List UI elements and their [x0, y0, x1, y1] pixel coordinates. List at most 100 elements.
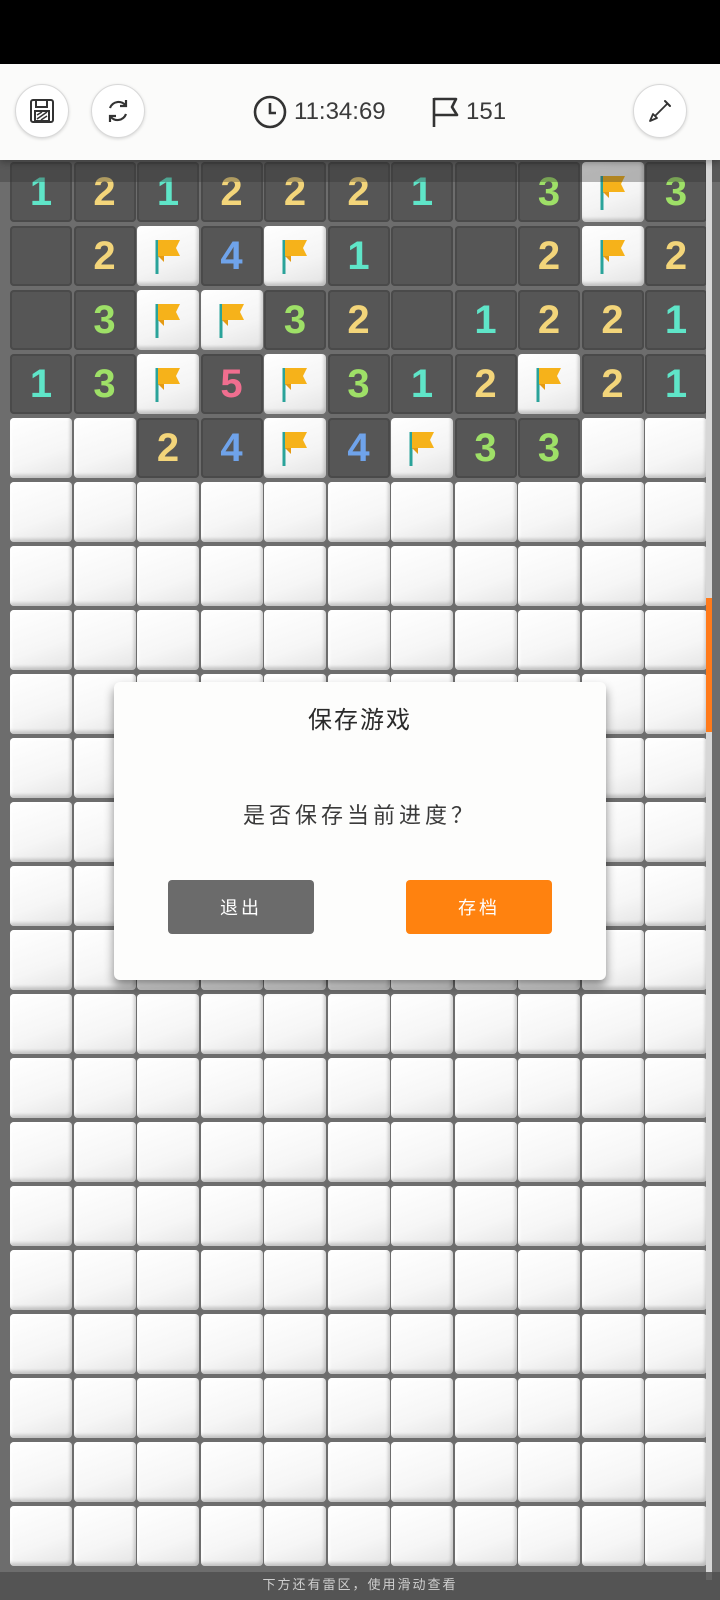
- closed-cell[interactable]: [327, 1506, 390, 1566]
- closed-cell[interactable]: [264, 1122, 326, 1182]
- flagged-cell[interactable]: [264, 418, 326, 478]
- closed-cell[interactable]: [645, 930, 707, 990]
- closed-cell[interactable]: [10, 802, 72, 862]
- flagged-cell[interactable]: [137, 290, 199, 350]
- closed-cell[interactable]: [327, 1250, 390, 1310]
- closed-cell[interactable]: [645, 1378, 707, 1438]
- closed-cell[interactable]: [581, 1314, 644, 1374]
- closed-cell[interactable]: [391, 482, 453, 542]
- closed-cell[interactable]: [645, 1186, 707, 1246]
- closed-cell[interactable]: [645, 802, 707, 862]
- closed-cell[interactable]: [518, 482, 580, 542]
- closed-cell[interactable]: [264, 1058, 326, 1118]
- restart-button[interactable]: [91, 84, 145, 138]
- closed-cell[interactable]: [73, 610, 136, 670]
- closed-cell[interactable]: [581, 1250, 644, 1310]
- closed-cell[interactable]: [581, 1186, 644, 1246]
- closed-cell[interactable]: [391, 1506, 453, 1566]
- closed-cell[interactable]: [200, 1314, 263, 1374]
- closed-cell[interactable]: [327, 1058, 390, 1118]
- closed-cell[interactable]: [454, 610, 517, 670]
- closed-cell[interactable]: [645, 1250, 707, 1310]
- closed-cell[interactable]: [10, 482, 72, 542]
- closed-cell[interactable]: [645, 1442, 707, 1502]
- scrollbar-track[interactable]: [706, 160, 712, 1580]
- closed-cell[interactable]: [645, 866, 707, 926]
- closed-cell[interactable]: [137, 482, 199, 542]
- closed-cell[interactable]: [200, 994, 263, 1054]
- closed-cell[interactable]: [327, 546, 390, 606]
- flagged-cell[interactable]: [200, 290, 263, 350]
- closed-cell[interactable]: [264, 1506, 326, 1566]
- closed-cell[interactable]: [200, 1442, 263, 1502]
- closed-cell[interactable]: [454, 994, 517, 1054]
- closed-cell[interactable]: [391, 610, 453, 670]
- closed-cell[interactable]: [391, 546, 453, 606]
- closed-cell[interactable]: [73, 1442, 136, 1502]
- empty-cell[interactable]: [454, 226, 517, 286]
- number-cell[interactable]: 5: [200, 354, 263, 414]
- flagged-cell[interactable]: [264, 226, 326, 286]
- closed-cell[interactable]: [73, 1506, 136, 1566]
- closed-cell[interactable]: [10, 1442, 72, 1502]
- closed-cell[interactable]: [518, 1058, 580, 1118]
- closed-cell[interactable]: [10, 674, 72, 734]
- save-button[interactable]: [15, 84, 69, 138]
- number-cell[interactable]: 4: [200, 418, 263, 478]
- closed-cell[interactable]: [264, 1250, 326, 1310]
- closed-cell[interactable]: [645, 1058, 707, 1118]
- closed-cell[interactable]: [645, 1314, 707, 1374]
- closed-cell[interactable]: [391, 1442, 453, 1502]
- number-cell[interactable]: 3: [73, 354, 136, 414]
- closed-cell[interactable]: [10, 1186, 72, 1246]
- closed-cell[interactable]: [200, 1250, 263, 1310]
- closed-cell[interactable]: [137, 1506, 199, 1566]
- closed-cell[interactable]: [200, 1122, 263, 1182]
- closed-cell[interactable]: [200, 1506, 263, 1566]
- number-cell[interactable]: 1: [10, 354, 72, 414]
- number-cell[interactable]: 3: [73, 290, 136, 350]
- closed-cell[interactable]: [518, 546, 580, 606]
- closed-cell[interactable]: [645, 1122, 707, 1182]
- closed-cell[interactable]: [581, 418, 644, 478]
- closed-cell[interactable]: [581, 1122, 644, 1182]
- closed-cell[interactable]: [327, 1314, 390, 1374]
- closed-cell[interactable]: [200, 1058, 263, 1118]
- number-cell[interactable]: 2: [137, 418, 199, 478]
- closed-cell[interactable]: [581, 610, 644, 670]
- closed-cell[interactable]: [264, 610, 326, 670]
- closed-cell[interactable]: [391, 1250, 453, 1310]
- closed-cell[interactable]: [73, 1250, 136, 1310]
- closed-cell[interactable]: [645, 1506, 707, 1566]
- closed-cell[interactable]: [73, 1122, 136, 1182]
- closed-cell[interactable]: [581, 1442, 644, 1502]
- closed-cell[interactable]: [10, 1378, 72, 1438]
- closed-cell[interactable]: [518, 994, 580, 1054]
- closed-cell[interactable]: [518, 1442, 580, 1502]
- closed-cell[interactable]: [327, 1442, 390, 1502]
- closed-cell[interactable]: [518, 1378, 580, 1438]
- closed-cell[interactable]: [391, 994, 453, 1054]
- closed-cell[interactable]: [645, 994, 707, 1054]
- closed-cell[interactable]: [581, 482, 644, 542]
- closed-cell[interactable]: [391, 1314, 453, 1374]
- closed-cell[interactable]: [200, 1378, 263, 1438]
- closed-cell[interactable]: [645, 546, 707, 606]
- closed-cell[interactable]: [454, 546, 517, 606]
- closed-cell[interactable]: [137, 1378, 199, 1438]
- closed-cell[interactable]: [200, 482, 263, 542]
- closed-cell[interactable]: [518, 610, 580, 670]
- save-progress-button[interactable]: 存档: [406, 880, 552, 934]
- closed-cell[interactable]: [518, 1186, 580, 1246]
- closed-cell[interactable]: [10, 1250, 72, 1310]
- closed-cell[interactable]: [454, 1314, 517, 1374]
- closed-cell[interactable]: [454, 1186, 517, 1246]
- closed-cell[interactable]: [10, 610, 72, 670]
- closed-cell[interactable]: [73, 1314, 136, 1374]
- closed-cell[interactable]: [137, 1250, 199, 1310]
- closed-cell[interactable]: [518, 1250, 580, 1310]
- closed-cell[interactable]: [10, 1506, 72, 1566]
- closed-cell[interactable]: [264, 482, 326, 542]
- scrollbar-thumb[interactable]: [706, 598, 712, 732]
- closed-cell[interactable]: [10, 1058, 72, 1118]
